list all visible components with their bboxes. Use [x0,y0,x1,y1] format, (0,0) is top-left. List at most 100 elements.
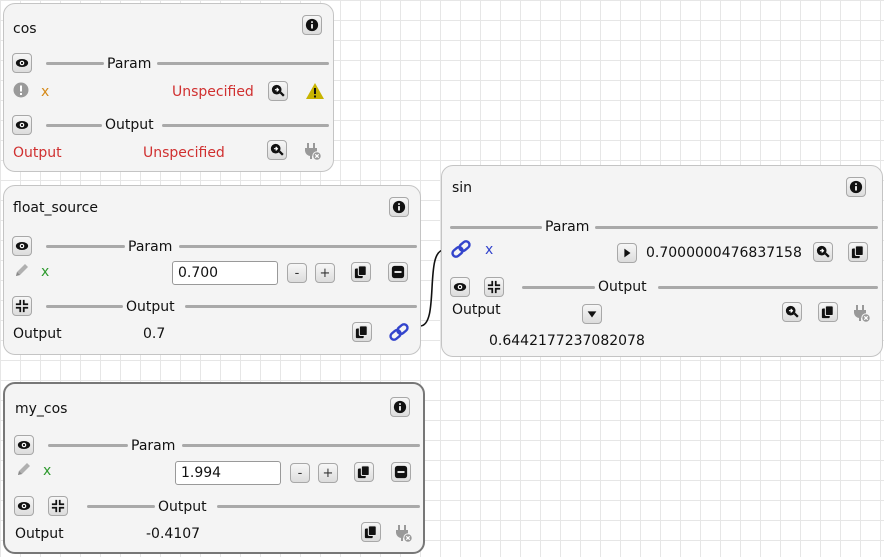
unplug-icon[interactable] [393,523,413,543]
eye-icon [17,501,31,511]
eye-toggle-button[interactable] [12,236,32,256]
param-value-input[interactable]: 0.700 [172,261,278,285]
output-separator-right [217,505,420,508]
minus-square-icon [391,265,405,279]
zoom-button[interactable] [268,81,288,101]
pencil-icon[interactable] [15,460,33,478]
remove-button[interactable] [388,262,408,282]
param-name: x [41,264,50,280]
minus-square-icon [394,465,408,479]
output-header: Output [102,117,157,133]
increment-button[interactable]: + [318,463,338,483]
param-separator-left [48,444,128,447]
param-separator-right [179,245,417,248]
output-name: Output [15,526,64,542]
zoom-button[interactable] [267,140,287,160]
output-separator-right [162,124,329,127]
output-value: Unspecified [143,145,225,161]
param-header: Param [125,239,176,255]
output-header: Output [123,299,178,315]
collapse-button[interactable] [484,277,504,297]
node-title: sin [452,180,473,196]
collapse-icon [487,280,501,294]
info-icon [393,400,407,414]
copy-icon [354,265,367,279]
pencil-icon[interactable] [13,261,31,279]
decrement-button[interactable]: - [290,463,310,483]
eye-icon [453,282,467,292]
eye-icon [15,58,29,68]
increment-button[interactable]: + [315,263,335,283]
eye-toggle-button[interactable] [14,435,34,455]
node-float-source[interactable]: float_source Param x 0.700 - + Output Ou… [3,185,421,355]
param-value-input[interactable]: 1.994 [175,461,281,485]
node-cos[interactable]: cos Param x Unspecified Output Output Un… [3,3,334,172]
info-button[interactable] [846,177,866,197]
param-separator-right [595,226,878,229]
output-value: 0.6442177237082078 [489,333,645,349]
info-button[interactable] [390,397,410,417]
remove-button[interactable] [391,462,411,482]
output-separator-right [185,305,417,308]
decrement-button[interactable]: - [287,263,307,283]
node-sin[interactable]: sin Param x 0.7000000476837158 Output Ou… [441,165,883,357]
copy-button[interactable] [351,262,371,282]
zoom-in-icon [785,305,799,318]
copy-button[interactable] [354,462,374,482]
unplug-icon[interactable] [302,141,322,161]
param-separator-right [157,62,329,65]
param-separator-left [46,245,125,248]
dropdown-icon [587,311,597,318]
copy-button[interactable] [848,242,868,262]
eye-toggle-button[interactable] [14,496,34,516]
param-name: x [485,242,494,258]
eye-toggle-button[interactable] [450,277,470,297]
info-icon [392,200,406,214]
eye-icon [15,120,29,130]
link-icon[interactable] [388,322,410,342]
info-button[interactable] [389,197,409,217]
param-header: Param [542,219,593,235]
param-value: Unspecified [172,84,254,100]
dropdown-button[interactable] [582,304,602,324]
collapse-button[interactable] [48,496,68,516]
output-separator-left [522,286,595,289]
eye-toggle-button[interactable] [12,53,32,73]
expand-value-button[interactable] [617,243,637,263]
info-button[interactable] [302,15,322,35]
output-name: Output [452,302,501,318]
param-header: Param [104,56,155,72]
play-icon [624,248,631,258]
param-name: x [41,84,50,100]
copy-button[interactable] [361,522,381,542]
param-separator-left [46,62,104,65]
eye-icon [17,440,31,450]
zoom-button[interactable] [782,302,802,322]
node-title: float_source [13,200,98,216]
node-my-cos[interactable]: my_cos Param x 1.994 - + Output Output -… [3,382,425,554]
output-separator-left [46,305,123,308]
unplug-icon[interactable] [851,303,871,323]
output-name: Output [13,326,62,342]
link-icon[interactable] [450,239,472,259]
output-separator-left [87,505,155,508]
copy-button[interactable] [818,302,838,322]
output-separator-right [658,286,878,289]
output-value: 0.7 [143,326,166,342]
output-header: Output [595,279,650,295]
param-value: 0.7000000476837158 [646,245,802,261]
copy-button[interactable] [352,322,372,342]
zoom-button[interactable] [813,242,833,262]
copy-icon [355,325,368,339]
copy-icon [364,525,377,539]
copy-icon [821,305,834,319]
warning-icon [305,82,325,100]
param-name: x [43,463,52,479]
collapse-button[interactable] [12,296,32,316]
output-separator-left [46,124,102,127]
output-name: Output [13,145,62,161]
param-separator-right [182,444,420,447]
copy-icon [357,465,370,479]
alert-circle-icon [13,82,29,98]
eye-toggle-button[interactable] [12,115,32,135]
